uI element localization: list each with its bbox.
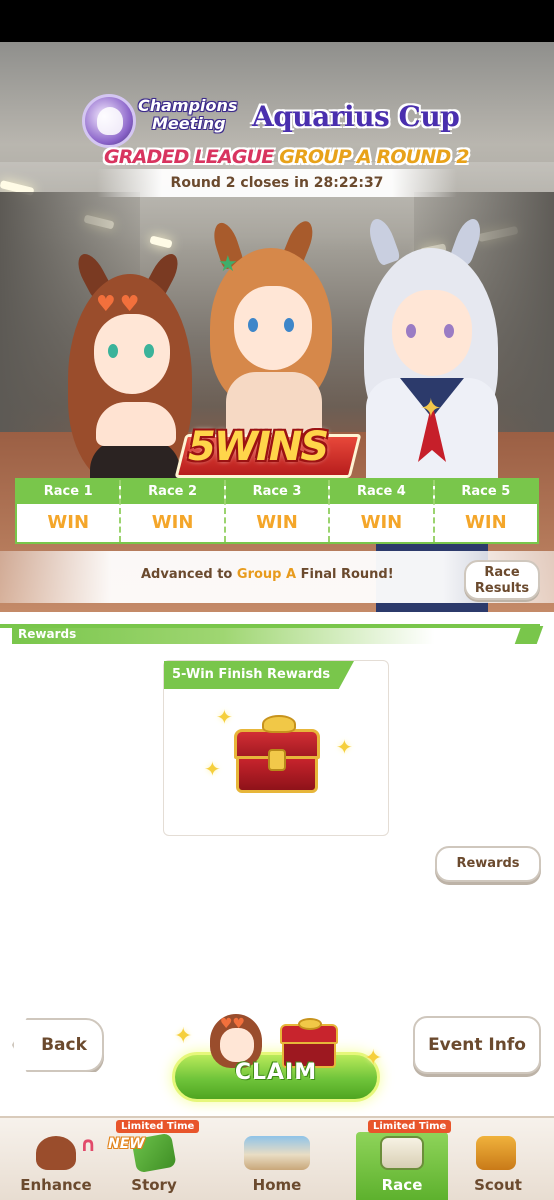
home-building-icon xyxy=(244,1136,310,1170)
rewards-button[interactable]: Rewards xyxy=(435,846,541,882)
tab-story[interactable]: Limited Time NEW Story xyxy=(104,1120,204,1200)
advance-group: Group A xyxy=(236,567,297,582)
tab-label: Home xyxy=(252,1176,302,1194)
rewards-section-title: Rewards xyxy=(18,627,77,641)
tab-label: Race xyxy=(381,1176,423,1194)
eye xyxy=(108,344,118,358)
five-wins-text: 5WINS xyxy=(188,424,329,470)
race-cell: Race 2 WIN xyxy=(121,480,226,542)
race-results-label-line1: Race xyxy=(484,565,520,580)
enhance-character-icon xyxy=(36,1136,76,1170)
star-hairclip-icon: ★ xyxy=(218,252,238,277)
golden-horseshoe-icon xyxy=(298,1018,322,1030)
chest-lock xyxy=(268,749,286,771)
event-info-button[interactable]: Event Info xyxy=(413,1016,541,1074)
face xyxy=(234,286,312,370)
tab-label: Scout xyxy=(474,1176,522,1194)
heart-sunglasses: ♥♥ xyxy=(96,292,144,317)
ear-left xyxy=(364,215,402,267)
race-results-label-line2: Results xyxy=(474,581,530,596)
race-label: Race 4 xyxy=(330,480,433,504)
champions-meeting-emblem-icon xyxy=(82,94,136,148)
race-cell: Race 3 WIN xyxy=(225,480,331,542)
tab-scout[interactable]: Scout xyxy=(448,1132,548,1200)
race-cell: Race 1 WIN xyxy=(17,480,122,542)
cup-name: Aquarius Cup xyxy=(252,100,460,133)
scout-gate-icon xyxy=(476,1136,516,1170)
reward-card-title: 5-Win Finish Rewards xyxy=(164,661,354,689)
race-label: Race 5 xyxy=(434,480,538,504)
new-badge: NEW xyxy=(108,1136,145,1152)
rewards-section-header: Rewards xyxy=(0,624,544,646)
race-results-button[interactable]: Race Results xyxy=(464,560,540,600)
tab-enhance[interactable]: ∩ Enhance xyxy=(6,1132,106,1200)
race-result: WIN xyxy=(151,512,194,533)
tab-label: Enhance xyxy=(20,1176,92,1194)
face xyxy=(94,314,170,394)
race-cell: Race 5 WIN xyxy=(434,480,538,542)
portrait-sunglasses: ♥♥ xyxy=(220,1016,246,1032)
race-results-table: Race 1 WIN Race 2 WIN Race 3 WIN Race 4 … xyxy=(15,478,539,544)
tab-label: Story xyxy=(131,1176,177,1194)
eye xyxy=(406,324,416,338)
tab-home[interactable]: Home xyxy=(222,1132,332,1200)
advance-status-bar: Advanced to Group A Final Round! Race Re… xyxy=(0,551,554,603)
advance-prefix: Advanced to xyxy=(141,567,237,582)
tab-race[interactable]: Limited Time Race xyxy=(356,1120,452,1200)
eye xyxy=(144,344,154,358)
rewards-header-bar xyxy=(12,626,540,644)
face xyxy=(392,290,472,376)
race-label: Race 1 xyxy=(17,480,120,504)
advance-message: Advanced to Group A Final Round! xyxy=(141,567,394,582)
race-result: WIN xyxy=(465,512,507,533)
eye xyxy=(284,318,294,332)
advance-suffix: Final Round! xyxy=(296,567,394,582)
horseshoe-icon: ∩ xyxy=(80,1132,97,1156)
group-round: GROUP A ROUND 2 xyxy=(279,146,469,168)
portrait-face xyxy=(220,1028,254,1062)
event-title-line2: Meeting xyxy=(152,114,226,133)
race-result: WIN xyxy=(256,512,298,533)
race-result: WIN xyxy=(360,512,403,533)
gold-star-brooch-icon: ✦ xyxy=(420,394,442,424)
round-countdown: Round 2 closes in 28:22:37 xyxy=(97,169,457,197)
rewards-header-line xyxy=(0,624,540,628)
bottom-tab-bar: ∩ Enhance Limited Time NEW Story Home Li… xyxy=(0,1116,554,1200)
reward-card[interactable]: 5-Win Finish Rewards ✦ ✦ ✦ xyxy=(163,660,389,836)
sparkle-icon: ✦ xyxy=(336,735,353,759)
golden-horseshoe-icon xyxy=(262,715,296,733)
limited-time-badge: Limited Time xyxy=(368,1120,452,1133)
race-label: Race 2 xyxy=(121,480,224,504)
race-result: WIN xyxy=(47,512,90,533)
eye xyxy=(248,318,258,332)
race-cell: Race 4 WIN xyxy=(330,480,435,542)
sparkle-icon: ✦ xyxy=(216,705,233,729)
league-round: GRADED LEAGUE GROUP A ROUND 2 xyxy=(104,146,469,168)
event-title-line1: Champions xyxy=(138,96,238,115)
torso xyxy=(96,402,176,446)
eye xyxy=(444,324,454,338)
claim-label: CLAIM xyxy=(234,1060,318,1085)
sparkle-icon: ✦ xyxy=(174,1024,193,1049)
sparkle-icon: ✦ xyxy=(204,757,221,781)
league-name: GRADED LEAGUE xyxy=(104,146,274,168)
status-bar xyxy=(0,0,554,42)
treasure-chest-icon xyxy=(232,715,322,795)
race-cards-icon xyxy=(380,1136,424,1170)
race-label: Race 3 xyxy=(225,480,329,504)
back-button[interactable]: Back xyxy=(12,1018,104,1072)
limited-time-badge: Limited Time xyxy=(116,1120,200,1133)
claim-button[interactable]: ♥♥ ✦ ✦ CLAIM xyxy=(168,1008,384,1102)
event-title: Champions Meeting Aquarius Cup GRADED LE… xyxy=(80,90,480,180)
